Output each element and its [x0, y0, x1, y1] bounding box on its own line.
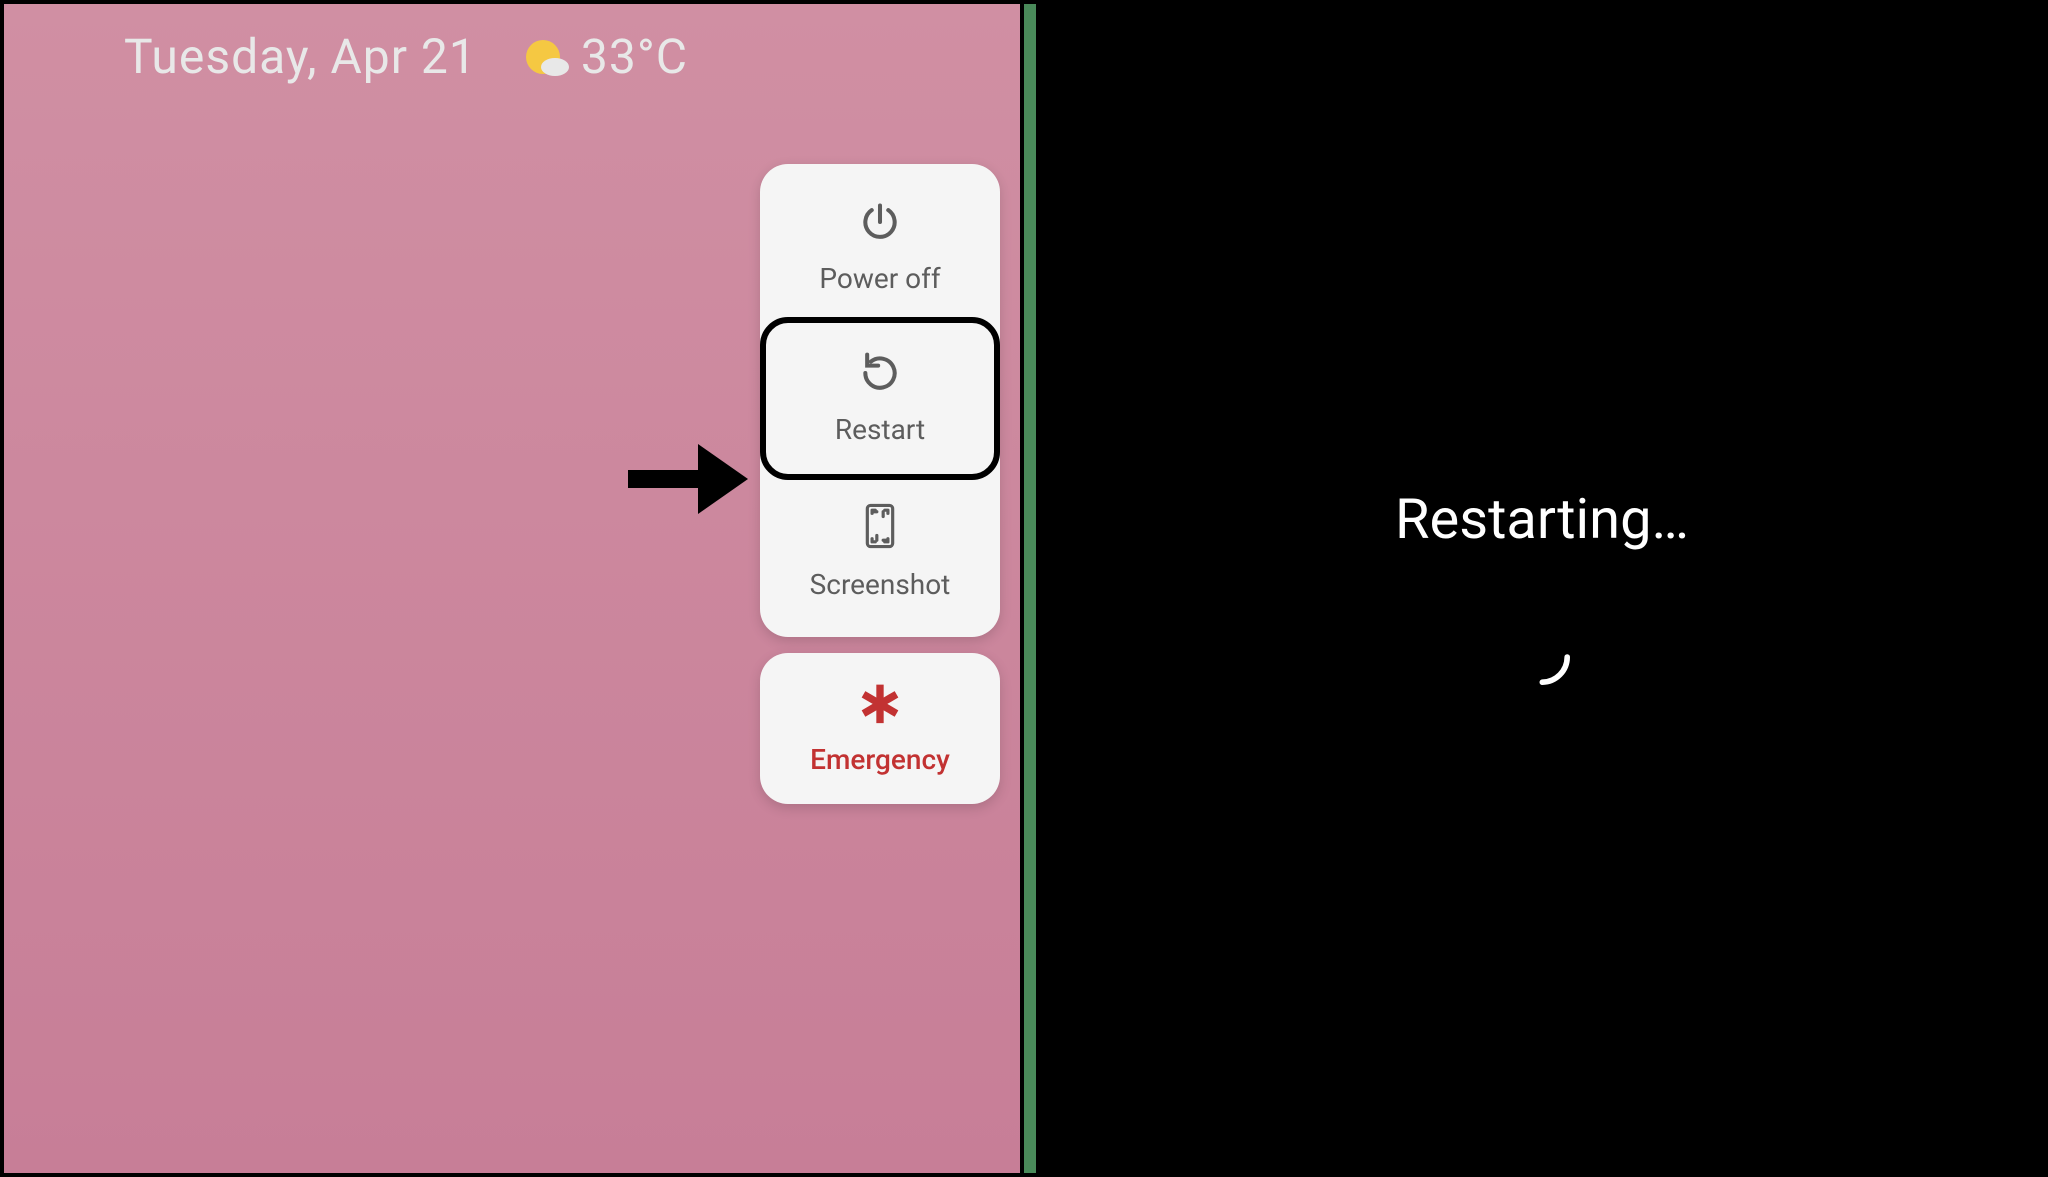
screenshot-button[interactable]: Screenshot [760, 474, 1000, 629]
restarting-label: Restarting… [1395, 486, 1689, 552]
restart-screen: Restarting… [1036, 0, 2048, 1177]
power-off-button[interactable]: Power off [760, 172, 1000, 323]
restart-icon [858, 351, 902, 399]
emergency-icon [858, 681, 902, 729]
power-off-label: Power off [819, 262, 940, 295]
power-menu: Power off Restart [760, 164, 1000, 804]
screenshot-icon [861, 502, 899, 554]
power-menu-card: Power off Restart [760, 164, 1000, 637]
weather-icon [521, 33, 569, 81]
temperature-label: 33°C [581, 28, 688, 85]
status-bar: Tuesday, Apr 21 33°C [4, 4, 1020, 85]
arrow-annotation [628, 444, 748, 514]
loading-spinner-icon [1507, 622, 1577, 692]
restart-button[interactable]: Restart [760, 317, 1000, 480]
restart-label: Restart [835, 413, 925, 446]
screenshot-label: Screenshot [810, 568, 951, 601]
emergency-button[interactable]: Emergency [760, 653, 1000, 804]
emergency-label: Emergency [810, 743, 950, 776]
power-icon [858, 200, 902, 248]
panel-divider [1024, 0, 1036, 1177]
home-screen-power-menu: Tuesday, Apr 21 33°C [0, 0, 1024, 1177]
date-label: Tuesday, Apr 21 [124, 28, 477, 85]
weather-widget: 33°C [521, 28, 688, 85]
